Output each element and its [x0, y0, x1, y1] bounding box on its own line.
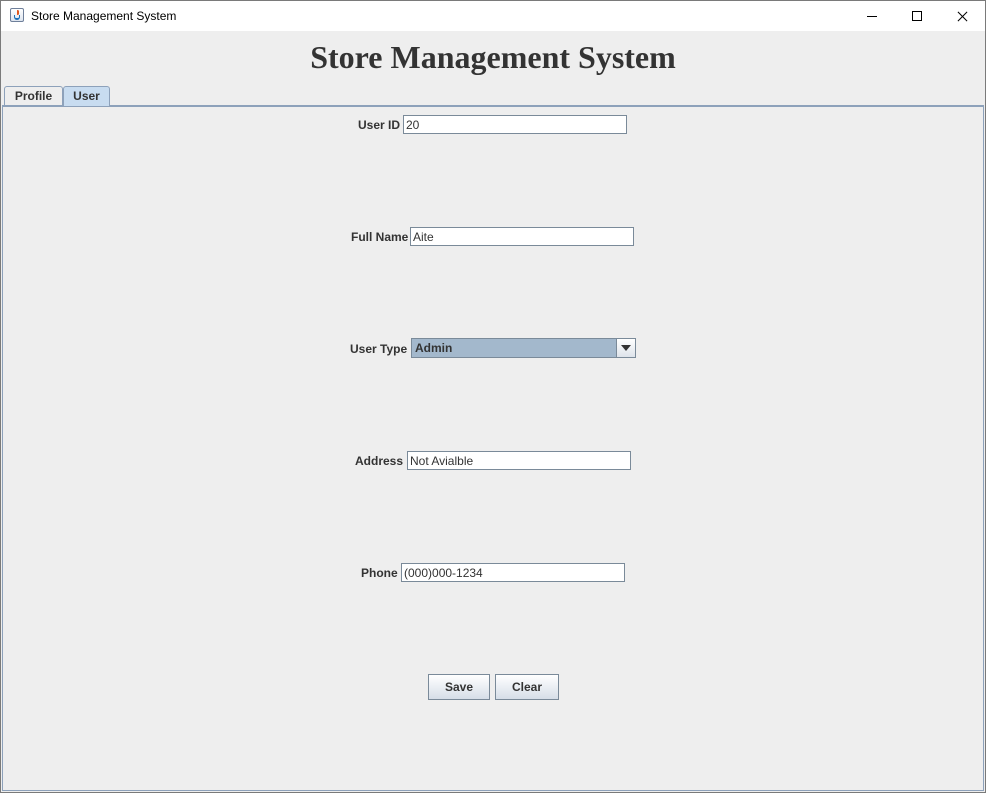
user-type-value: Admin — [415, 341, 453, 355]
java-cup-icon[interactable] — [10, 8, 24, 22]
chevron-down-icon — [621, 345, 631, 351]
tab-user[interactable]: User — [63, 86, 110, 106]
phone-label: Phone — [361, 566, 398, 580]
full-name-field[interactable] — [410, 227, 634, 246]
user-id-field[interactable] — [403, 115, 627, 134]
clear-button[interactable]: Clear — [495, 674, 559, 700]
minimize-icon — [867, 16, 877, 17]
minimize-button[interactable] — [849, 1, 895, 31]
maximize-icon — [912, 11, 922, 21]
window-title: Store Management System — [31, 9, 177, 23]
user-tab-panel — [2, 105, 984, 791]
dropdown-arrow-button[interactable] — [616, 339, 635, 357]
save-button[interactable]: Save — [428, 674, 490, 700]
tab-profile[interactable]: Profile — [4, 86, 63, 105]
full-name-label: Full Name — [351, 230, 409, 244]
maximize-button[interactable] — [894, 1, 940, 31]
user-type-select[interactable]: Admin — [411, 338, 636, 358]
phone-field[interactable] — [401, 563, 625, 582]
title-bar[interactable]: Store Management System — [1, 1, 985, 31]
app-window: Store Management System Store Management… — [0, 0, 986, 793]
user-type-label: User Type — [350, 342, 408, 356]
user-id-label: User ID — [358, 118, 401, 132]
address-label: Address — [355, 454, 404, 468]
address-field[interactable] — [407, 451, 631, 470]
close-button[interactable] — [939, 1, 985, 31]
page-title: Store Management System — [310, 39, 676, 75]
